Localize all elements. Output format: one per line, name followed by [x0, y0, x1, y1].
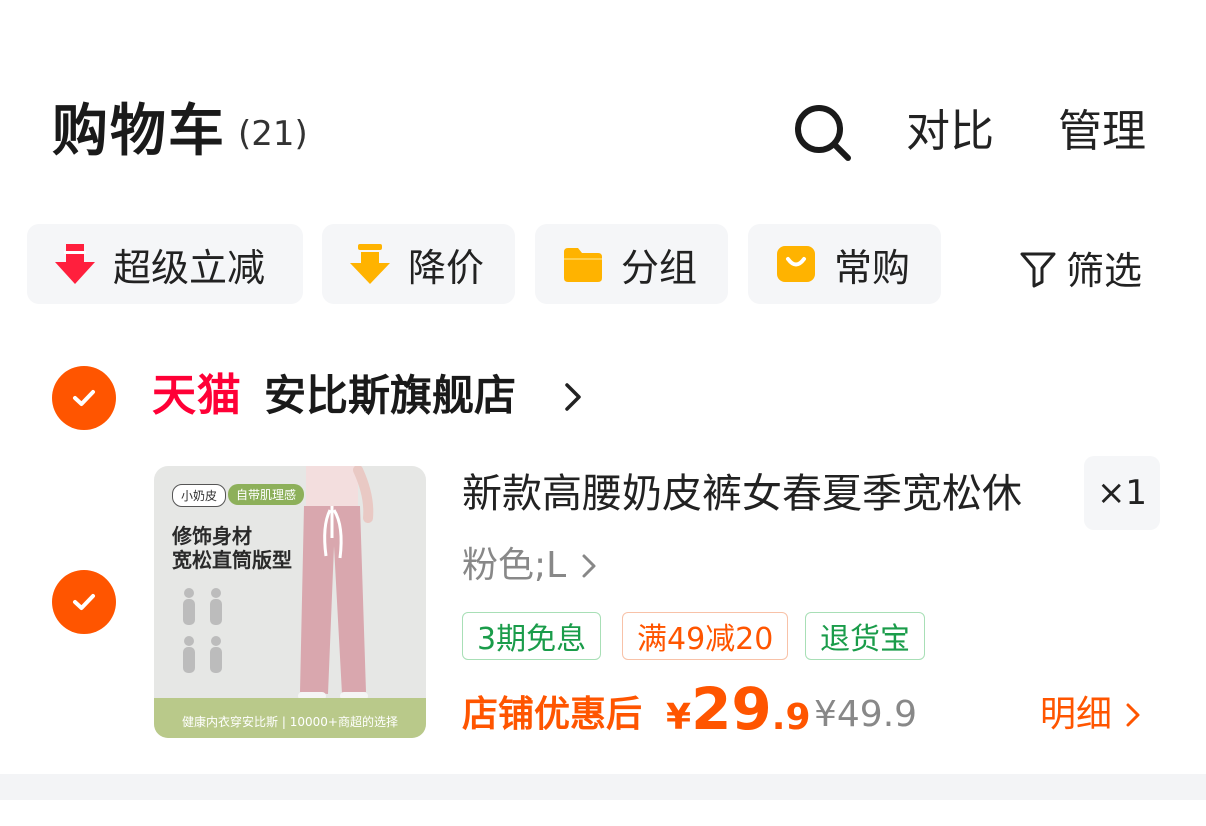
search-button[interactable]	[790, 100, 854, 164]
image-caption: 健康内衣穿安比斯 | 10000+商超的选择	[182, 715, 398, 729]
chevron-right-icon	[565, 383, 581, 411]
product-title[interactable]: 新款高腰奶皮裤女春夏季宽松休	[462, 466, 1022, 522]
store-name[interactable]: 安比斯旗舰店	[264, 366, 516, 426]
filter-chip-price-drop[interactable]: 降价	[322, 224, 515, 304]
variant-selector[interactable]: 粉色;L	[462, 540, 598, 592]
filter-label: 筛选	[1066, 249, 1143, 293]
filter-chip-label: 超级立减	[113, 245, 266, 290]
manage-button[interactable]: 管理	[1058, 104, 1146, 160]
promo-tag-installment: 3期免息	[462, 612, 602, 660]
filter-chip-label: 分组	[621, 245, 698, 290]
price-currency: ¥	[666, 697, 692, 738]
chevron-right-icon	[582, 554, 596, 578]
compare-button[interactable]: 对比	[906, 104, 994, 160]
filter-chip-group[interactable]: 分组	[535, 224, 728, 304]
filter-chip-super-discount[interactable]: 超级立减	[27, 224, 303, 304]
current-price: ¥29.9	[666, 676, 811, 757]
promo-tag-discount: 满49减20	[622, 612, 789, 660]
tmall-logo: 天猫	[152, 370, 242, 421]
funnel-icon	[1020, 252, 1056, 287]
quantity-button[interactable]: ×1	[1084, 456, 1160, 530]
original-price: ¥49.9	[814, 694, 918, 735]
bag-icon	[777, 246, 815, 282]
item-checkbox[interactable]	[52, 570, 116, 634]
detail-label: 明细	[1040, 694, 1113, 735]
arrow-down-icon	[55, 244, 95, 284]
folder-icon	[564, 248, 602, 282]
filter-button[interactable]: 筛选	[1018, 240, 1142, 295]
price-detail-button[interactable]: 明细	[1040, 690, 1142, 740]
filter-chip-frequent[interactable]: 常购	[748, 224, 941, 304]
check-icon	[73, 390, 95, 406]
store-checkbox[interactable]	[52, 366, 116, 430]
filter-chip-label: 降价	[408, 245, 485, 290]
price-down-icon	[350, 244, 390, 284]
store-chevron[interactable]	[562, 380, 584, 418]
check-icon	[73, 594, 95, 610]
price-integer: 29	[691, 675, 772, 743]
promo-tag-return: 退货宝	[805, 612, 925, 660]
page-title: 购物车	[52, 99, 226, 164]
chevron-right-icon	[1126, 703, 1140, 727]
variant-label: 粉色;L	[462, 545, 567, 586]
search-icon	[795, 105, 851, 161]
product-image[interactable]: 小奶皮 自带肌理感 修饰身材 宽松直筒版型 健康内衣穿安比斯 | 10000+商…	[154, 466, 426, 738]
price-label: 店铺优惠后	[462, 694, 643, 735]
section-divider	[0, 774, 1206, 800]
cart-count: (21)	[238, 114, 308, 154]
price-decimal: .9	[771, 697, 811, 738]
filter-chip-label: 常购	[834, 245, 911, 290]
